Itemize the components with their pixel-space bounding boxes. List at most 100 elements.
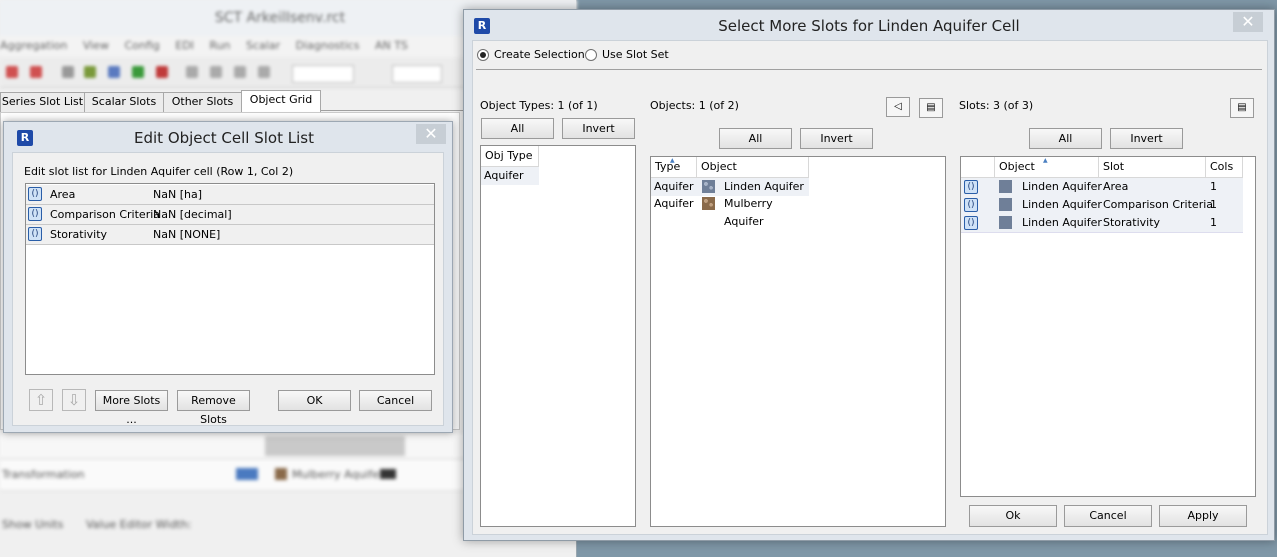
slot-icon: () (28, 187, 42, 201)
remove-slots-button[interactable]: Remove Slots (177, 390, 250, 426)
column-header[interactable]: Obj Type (481, 146, 539, 167)
slot-header[interactable]: Slot (1099, 157, 1206, 177)
sort-asc-icon: ▲ (1043, 157, 1048, 164)
use-slot-set-radio[interactable] (585, 49, 597, 61)
slot-cell: Comparison Criteria (1103, 198, 1214, 211)
table-row[interactable]: Aquifer Mulberry Aquifer (651, 195, 809, 228)
table-row[interactable]: () Linden Aquifer Area 1 (961, 178, 1243, 197)
cols-cell: 1 (1210, 180, 1217, 193)
toolbar-icon[interactable] (258, 66, 270, 78)
menu-item[interactable]: AN TS (375, 39, 408, 52)
collapse-left-icon[interactable]: ◁ (886, 97, 910, 117)
slot-list[interactable]: () Area NaN [ha] () Comparison Criteria … (25, 183, 435, 375)
toolbar-icon[interactable] (186, 66, 198, 78)
menu-item[interactable]: Scalar (246, 39, 280, 52)
object-cell: Linden Aquifer (1022, 198, 1102, 211)
toolbar-icon[interactable] (234, 66, 246, 78)
tab-other-slots[interactable]: Other Slots (163, 92, 242, 112)
objects-options-icon[interactable]: ▤ (919, 98, 943, 118)
background-badge (236, 468, 258, 480)
cols-cell: 1 (1210, 198, 1217, 211)
slot-row[interactable]: () Storativity NaN [NONE] (26, 225, 434, 245)
background-badge (380, 469, 396, 479)
toolbar-icon[interactable] (156, 66, 168, 78)
cancel-button[interactable]: Cancel (1064, 505, 1152, 527)
create-selection-radio[interactable] (477, 49, 489, 61)
tab-object-grid[interactable]: Object Grid (241, 90, 321, 112)
close-icon[interactable]: ✕ (1233, 12, 1263, 32)
slots-invert-button[interactable]: Invert (1110, 128, 1183, 149)
toolbar-field[interactable] (292, 65, 354, 83)
menu-item[interactable]: View (83, 39, 109, 52)
object-cell: Mulberry Aquifer (724, 197, 773, 228)
create-selection-label[interactable]: Create Selection (494, 48, 585, 61)
object-types-label: Object Types: 1 (of 1) (480, 99, 598, 112)
value-editor-width-label: Value Editor Width: (86, 518, 192, 531)
cols-cell: 1 (1210, 216, 1217, 229)
type-cell: Aquifer (654, 180, 694, 193)
type-header[interactable]: ▲ Type (651, 157, 697, 177)
table-row[interactable]: () Linden Aquifer Storativity 1 (961, 214, 1243, 233)
select-more-slots-dialog: R Select More Slots for Linden Aquifer C… (463, 9, 1275, 541)
object-header[interactable]: Object (697, 157, 809, 177)
column-header-row: ▲ Object Slot Cols (961, 157, 1243, 178)
objects-list[interactable]: ▲ Type Object Aquifer Linden Aquifer Aqu… (650, 156, 946, 527)
menu-item[interactable]: Aggregation (0, 39, 67, 52)
slot-cell: Storativity (1103, 216, 1161, 229)
type-header-label: Type (655, 160, 681, 173)
use-slot-set-label[interactable]: Use Slot Set (602, 48, 669, 61)
toolbar-field[interactable] (392, 65, 442, 83)
toolbar-icon[interactable] (108, 66, 120, 78)
slots-all-button[interactable]: All (1029, 128, 1102, 149)
slots-options-icon[interactable]: ▤ (1230, 98, 1254, 118)
move-up-icon[interactable]: ⇧ (29, 389, 53, 411)
close-icon[interactable]: ✕ (416, 124, 446, 144)
ok-button[interactable]: Ok (969, 505, 1057, 527)
more-slots-button[interactable]: More Slots ... (95, 390, 168, 426)
slot-icon: () (28, 227, 42, 241)
tab-series-slot-list[interactable]: Series Slot List (0, 92, 85, 112)
dialog-title: Edit Object Cell Slot List (134, 129, 314, 147)
object-types-invert-button[interactable]: Invert (562, 118, 635, 139)
toolbar-icon[interactable] (210, 66, 222, 78)
row-object: Mulberry Aquifer (292, 468, 384, 481)
objects-invert-button[interactable]: Invert (800, 128, 873, 149)
slot-row[interactable]: () Area NaN [ha] (26, 185, 434, 205)
toolbar-icon[interactable] (84, 66, 96, 78)
toolbar-icon[interactable] (132, 66, 144, 78)
table-row[interactable]: Aquifer Linden Aquifer (651, 178, 809, 196)
slot-row[interactable]: () Comparison Criteria NaN [decimal] (26, 205, 434, 225)
dialog-body: Create Selection Use Slot Set Object Typ… (472, 40, 1268, 535)
menu-item[interactable]: Diagnostics (296, 39, 360, 52)
menu-item[interactable]: Config (124, 39, 159, 52)
toolbar-icon[interactable] (62, 66, 74, 78)
objects-label: Objects: 1 (of 2) (650, 99, 739, 112)
divider (476, 69, 1262, 70)
tab-scalar-slots[interactable]: Scalar Slots (84, 92, 164, 112)
toolbar-icon[interactable] (6, 66, 18, 78)
object-types-list[interactable]: Obj Type Aquifer (480, 145, 636, 527)
toolbar-icon[interactable] (30, 66, 42, 78)
icon-header[interactable] (961, 157, 995, 177)
object-cell: Linden Aquifer (1022, 180, 1102, 193)
list-item[interactable]: Aquifer (481, 167, 539, 185)
cancel-button[interactable]: Cancel (359, 390, 432, 411)
slots-list[interactable]: ▲ Object Slot Cols () Linden Aquifer Are… (960, 156, 1256, 497)
apply-button[interactable]: Apply (1159, 505, 1247, 527)
table-row[interactable]: () Linden Aquifer Comparison Criteria 1 (961, 196, 1243, 215)
cols-header[interactable]: Cols (1206, 157, 1243, 177)
ok-button[interactable]: OK (278, 390, 351, 411)
aquifer-icon (999, 180, 1012, 193)
object-cell: Linden Aquifer (1022, 216, 1102, 229)
object-header[interactable]: ▲ Object (995, 157, 1099, 177)
slot-name: Comparison Criteria (50, 208, 161, 221)
menu-item[interactable]: Run (209, 39, 230, 52)
aquifer-icon (999, 216, 1012, 229)
obj-type-header[interactable]: Obj Type (481, 146, 539, 166)
show-units-checkbox[interactable]: Show Units (2, 518, 63, 531)
background-cell (265, 436, 405, 456)
menu-item[interactable]: EDI (175, 39, 194, 52)
objects-all-button[interactable]: All (719, 128, 792, 149)
object-types-all-button[interactable]: All (481, 118, 554, 139)
move-down-icon[interactable]: ⇩ (62, 389, 86, 411)
